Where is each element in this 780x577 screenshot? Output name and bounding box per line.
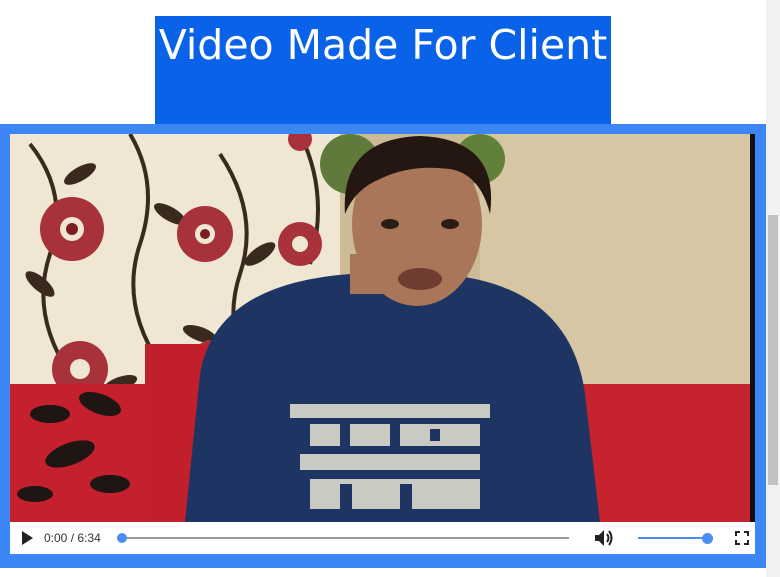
page-scrollbar[interactable] xyxy=(766,0,780,577)
video-controls: 0:00 / 6:34 xyxy=(10,522,755,554)
current-time: 0:00 xyxy=(44,531,68,545)
volume-thumb[interactable] xyxy=(701,532,713,544)
video-player[interactable] xyxy=(10,134,755,522)
seek-bar[interactable] xyxy=(116,533,569,543)
duration: 6:34 xyxy=(77,531,101,545)
fullscreen-icon[interactable] xyxy=(734,531,749,545)
play-icon[interactable] xyxy=(20,530,34,546)
title-container: Video Made For Client xyxy=(0,0,766,124)
video-frame-image xyxy=(10,134,755,522)
time-display: 0:00 / 6:34 xyxy=(44,531,101,545)
seek-thumb[interactable] xyxy=(116,533,127,543)
time-separator: / xyxy=(70,531,75,545)
volume-slider[interactable] xyxy=(637,532,713,544)
volume-icon[interactable] xyxy=(594,529,614,547)
video-frame: 0:00 / 6:34 xyxy=(0,124,766,568)
page-title: Video Made For Client xyxy=(154,16,612,124)
scrollbar-thumb[interactable] xyxy=(768,215,778,485)
